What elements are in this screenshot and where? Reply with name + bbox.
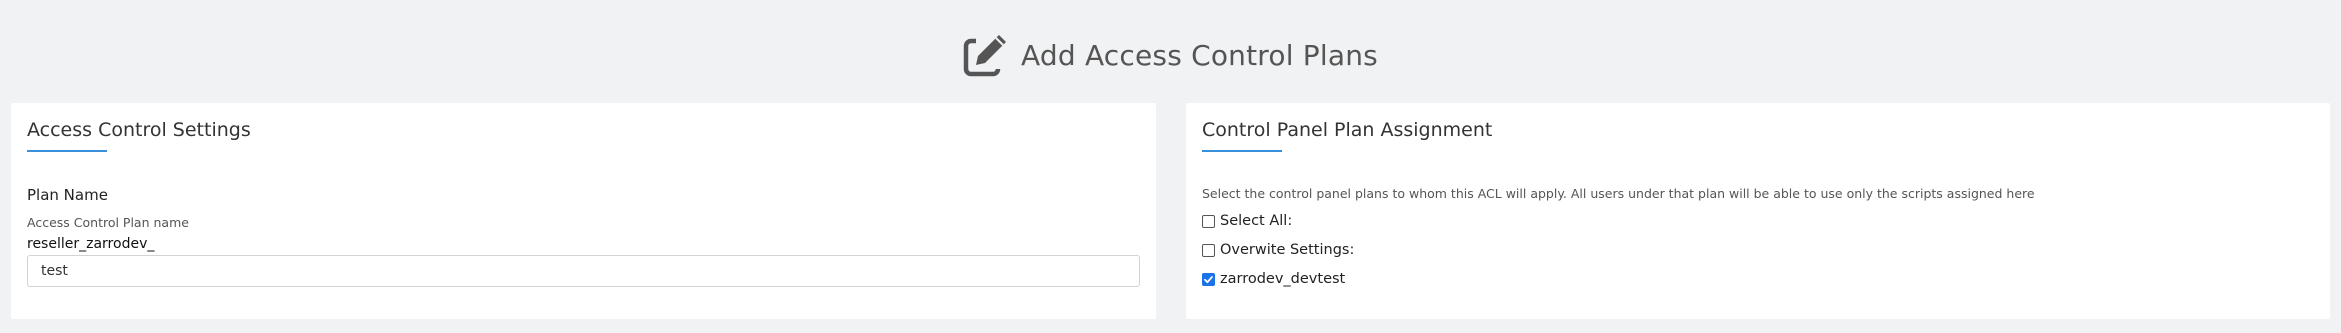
card-title: Access Control Settings: [27, 119, 251, 141]
overwrite-settings-label: Overwite Settings:: [1220, 242, 1355, 258]
access-control-settings-card: Access Control Settings Plan Name Access…: [11, 103, 1156, 319]
plan-name-prefix: reseller_zarrodev_: [27, 236, 155, 252]
overwrite-settings-checkbox[interactable]: [1202, 243, 1215, 257]
zarrodev-devtest-checkbox[interactable]: [1202, 272, 1215, 286]
page-title: Add Access Control Plans: [1021, 38, 1378, 72]
page-header: Add Access Control Plans: [0, 30, 2341, 80]
select-all-checkbox[interactable]: [1202, 214, 1215, 228]
select-all-label: Select All:: [1220, 213, 1293, 229]
checkmark-icon: [1204, 275, 1213, 283]
control-panel-plan-assignment-card: Control Panel Plan Assignment Select the…: [1186, 103, 2330, 319]
plan-option-zarrodev-devtest[interactable]: zarrodev_devtest: [1202, 271, 1345, 287]
title-underline: [1202, 150, 1282, 152]
title-underline: [27, 150, 107, 152]
edit-icon: [963, 32, 1009, 78]
plan-name-label: Plan Name: [27, 186, 108, 204]
assignment-description: Select the control panel plans to whom t…: [1202, 186, 2035, 201]
plan-name-input[interactable]: [27, 255, 1140, 287]
plan-name-help-text: Access Control Plan name: [27, 215, 189, 230]
overwrite-settings-option[interactable]: Overwite Settings:: [1202, 242, 1354, 258]
select-all-option[interactable]: Select All:: [1202, 213, 1292, 229]
zarrodev-devtest-label: zarrodev_devtest: [1220, 271, 1346, 287]
card-title: Control Panel Plan Assignment: [1202, 119, 1493, 141]
